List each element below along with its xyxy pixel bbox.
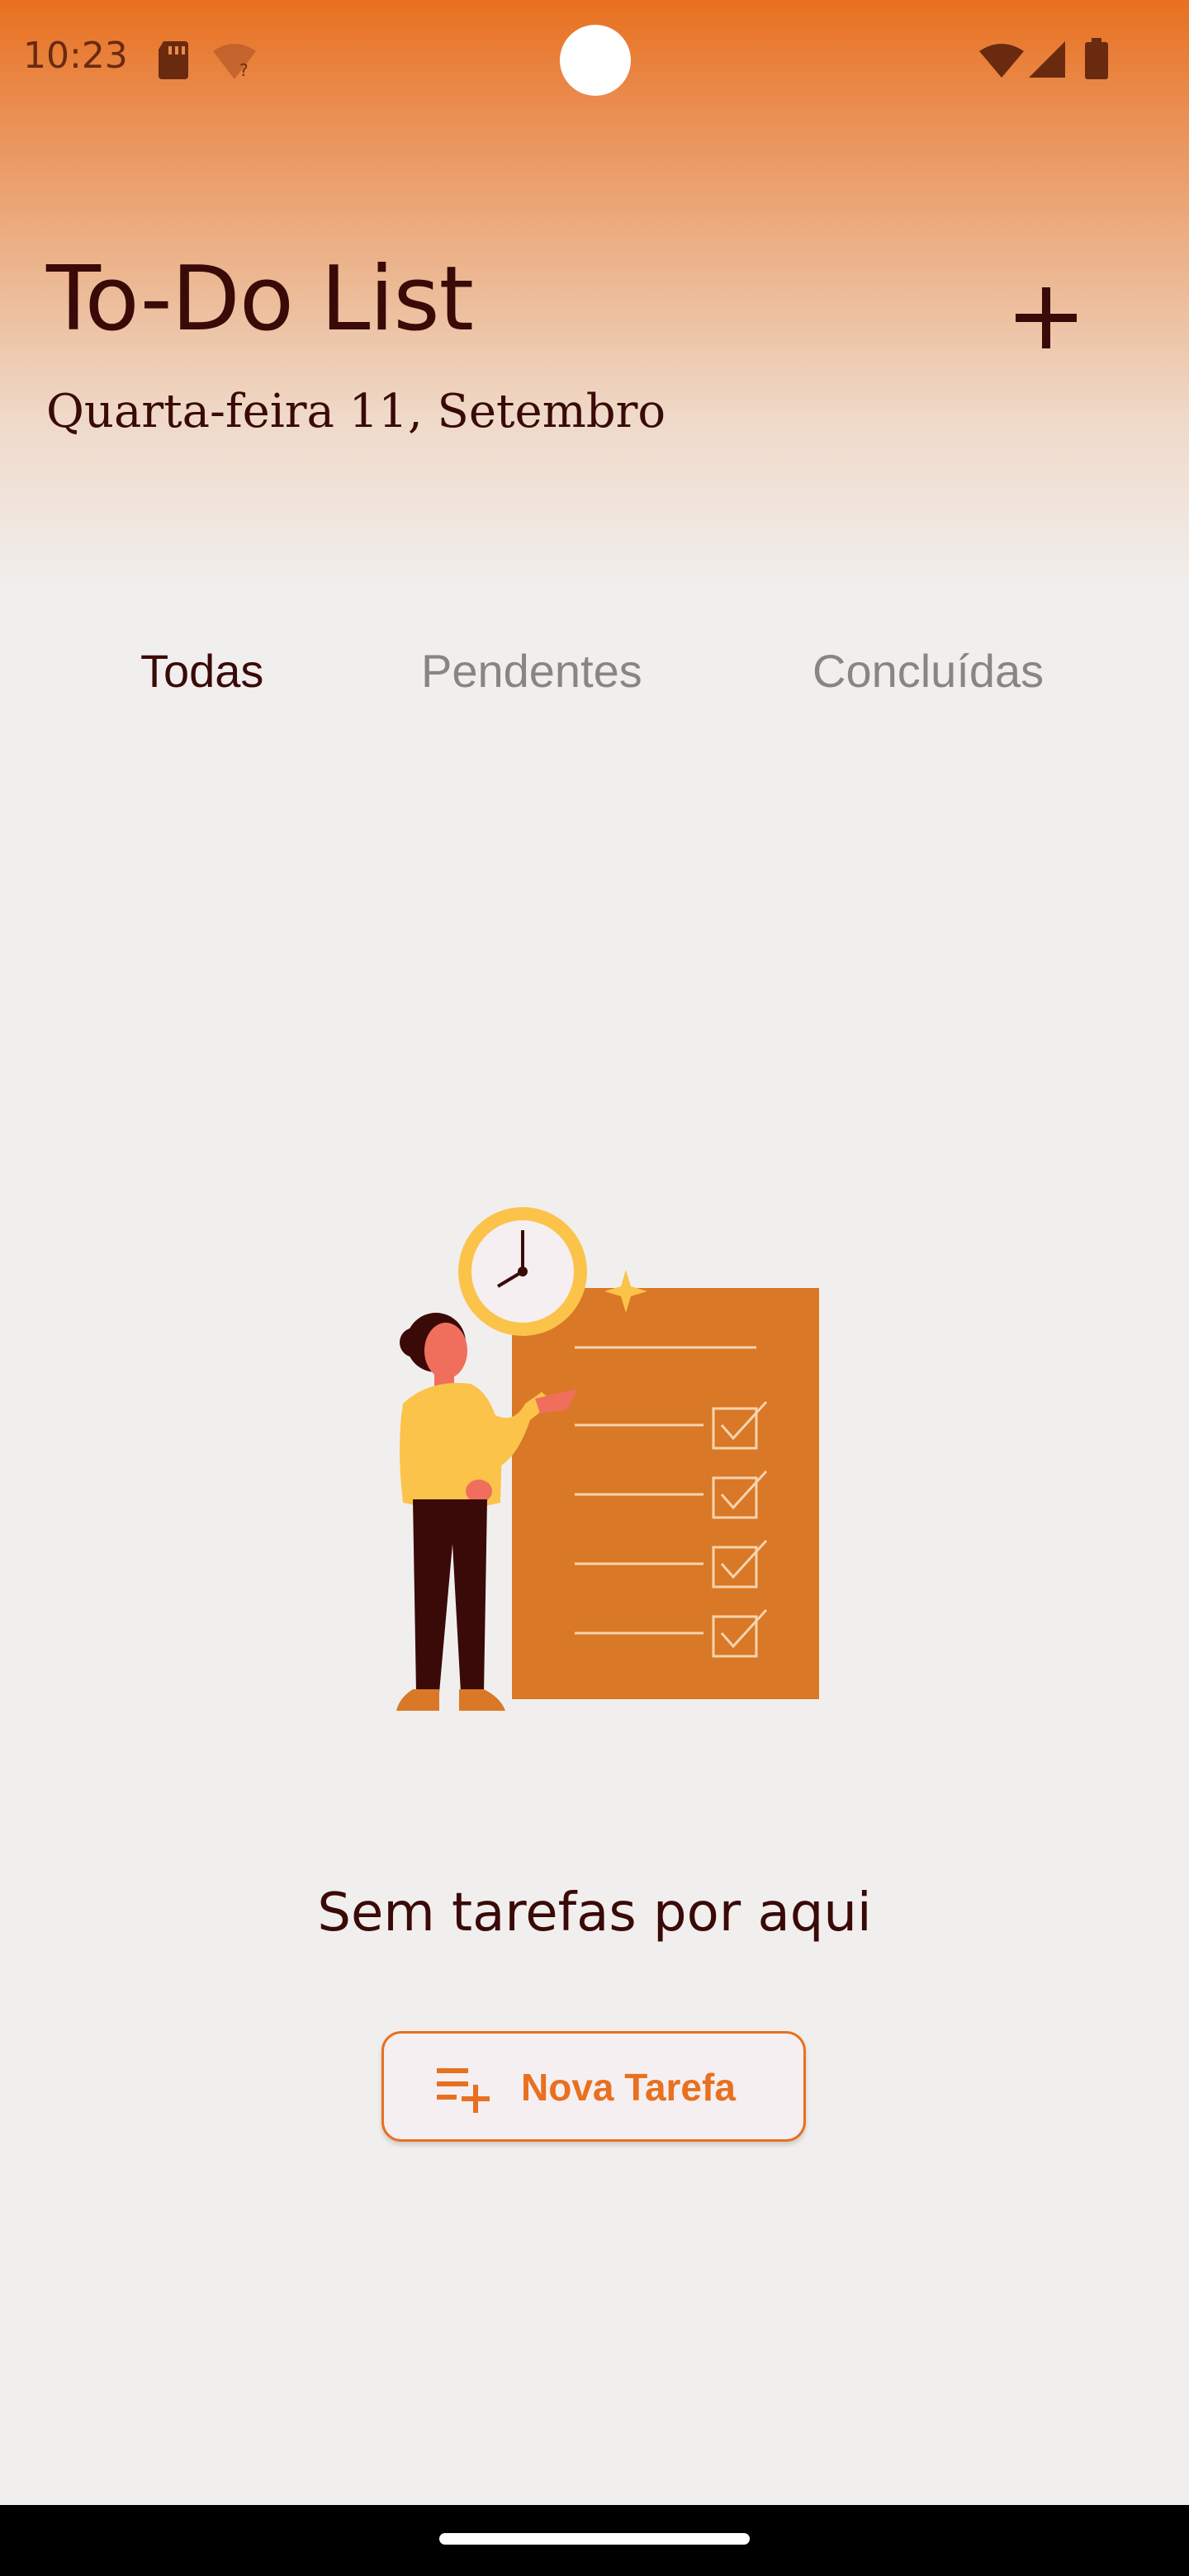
signal-icon (1029, 41, 1065, 78)
playlist-add-icon (437, 2068, 490, 2113)
new-task-label: Nova Tarefa (521, 2066, 736, 2109)
tab-pendentes[interactable]: Pendentes (421, 644, 642, 710)
date-subtitle: Quarta-feira 11, Setembro (46, 385, 666, 438)
checklist-illustration (396, 1207, 819, 1711)
tab-todas[interactable]: Todas (140, 644, 263, 710)
battery-icon (1085, 38, 1108, 79)
tab-concluidas[interactable]: Concluídas (812, 644, 1044, 710)
wifi-icon (979, 44, 1024, 78)
plus-icon (1016, 287, 1077, 348)
new-task-button[interactable]: Nova Tarefa (381, 2031, 806, 2142)
add-task-button[interactable] (1001, 272, 1092, 363)
page-title: To-Do List (46, 248, 474, 351)
svg-text:?: ? (239, 60, 249, 79)
empty-state-message: Sem tarefas por aqui (317, 1882, 872, 1944)
status-bar: 10:23 ? (0, 0, 1189, 124)
status-time: 10:23 (23, 35, 128, 77)
wifi-question-icon: ? (213, 44, 256, 79)
sd-card-icon (159, 41, 188, 79)
camera-cutout (560, 25, 631, 96)
home-gesture-handle[interactable] (439, 2533, 750, 2545)
filter-tabs: Todas Pendentes Concluídas (0, 644, 1189, 727)
